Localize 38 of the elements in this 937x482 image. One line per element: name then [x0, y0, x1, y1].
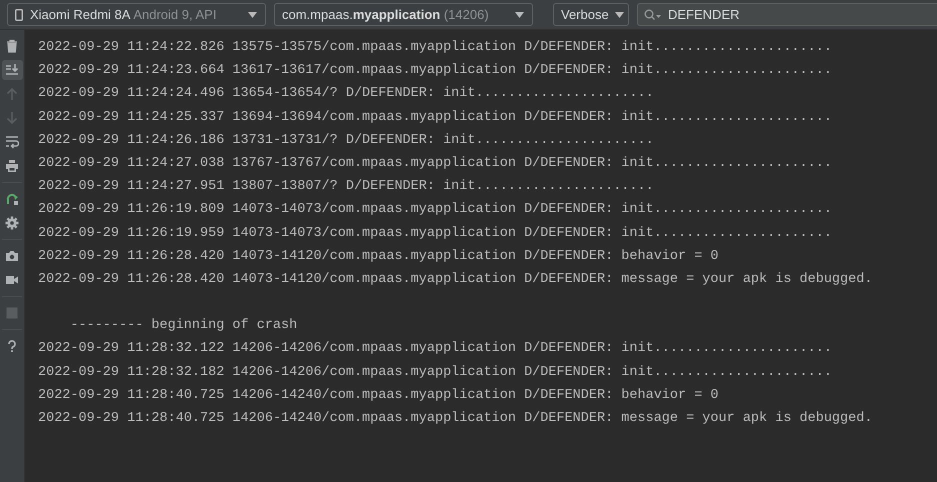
log-line: 2022-09-29 11:24:27.038 13767-13767/com.mpaas.myapplication D/DEFENDER: init...................... — [38, 154, 832, 173]
log-line: 2022-09-29 11:28:40.725 14206-14240/com.mpaas.myapplication D/DEFENDER: behavior = 0 — [38, 386, 719, 405]
caret-icon — [515, 12, 524, 18]
stop-icon — [5, 306, 19, 320]
search-field[interactable]: DEFENDER — [637, 3, 937, 26]
printer-icon — [5, 159, 19, 173]
log-level-dropdown[interactable]: Verbose — [553, 3, 629, 26]
log-line: 2022-09-29 11:28:32.122 14206-14206/com.mpaas.myapplication D/DEFENDER: init...................... — [38, 340, 832, 358]
log-line: 2022-09-29 11:24:24.496 13654-13654/? D/DEFENDER: init...................... — [38, 85, 654, 104]
log-line: 2022-09-29 11:28:40.725 14206-14240/com.mpaas.myapplication D/DEFENDER: message = your apk is debugged. — [38, 410, 872, 428]
log-line: 2022-09-29 11:28:32.182 14206-14206/com.mpaas.myapplication D/DEFENDER: init...................... — [38, 364, 832, 382]
log-line: 2022-09-29 11:24:22.826 13575-13575/com.mpaas.myapplication D/DEFENDER: init...................... — [38, 39, 832, 57]
log-line: 2022-09-29 11:24:25.337 13694-13694/com.mpaas.myapplication D/DEFENDER: init...................... — [38, 108, 832, 127]
soft-wrap-icon — [5, 135, 19, 149]
log-line: 2022-09-29 11:26:19.959 14073-14073/com.mpaas.myapplication D/DEFENDER: init...................... — [38, 224, 832, 242]
caret-icon — [614, 12, 624, 18]
log-line: 2022-09-29 11:26:28.420 14073-14120/com.mpaas.myapplication D/DEFENDER: behavior = 0 — [38, 248, 719, 266]
log-line: --------- beginning of crash — [69, 317, 298, 336]
camera-icon — [5, 249, 19, 263]
log-line: 2022-09-29 11:26:28.420 14073-14120/com.mpaas.myapplication D/DEFENDER: message = your apk is debugged. — [38, 270, 872, 289]
tool-button[interactable] — [2, 60, 22, 80]
log-line: 2022-09-29 11:24:27.951 13807-13807/? D/DEFENDER: init...................... — [38, 178, 654, 196]
settings-icon — [5, 216, 19, 230]
up-arrow-icon — [5, 87, 19, 101]
device-dropdown[interactable]: Xiaomi Redmi 8A Android 9, API — [7, 3, 266, 26]
log-line: 2022-09-29 11:24:23.664 13617-13617/com.mpaas.myapplication D/DEFENDER: init...................... — [38, 62, 832, 80]
log-line: 2022-09-29 11:24:26.186 13731-13731/? D/DEFENDER: init...................... — [38, 132, 654, 150]
log-line: 2022-09-29 11:26:19.809 14073-14073/com.mpaas.myapplication D/DEFENDER: init...................... — [38, 201, 832, 220]
help-icon — [5, 339, 19, 353]
video-camera-icon — [5, 273, 19, 287]
restart-icon — [5, 192, 19, 206]
process-dropdown[interactable]: com.mpaas.myapplication (14206) — [274, 3, 533, 26]
trash-icon — [5, 39, 19, 53]
down-arrow-icon — [5, 111, 19, 125]
phone-icon — [15, 8, 23, 20]
caret-icon — [248, 12, 257, 18]
search-icon — [644, 8, 662, 20]
scroll-to-end-icon — [5, 63, 19, 77]
